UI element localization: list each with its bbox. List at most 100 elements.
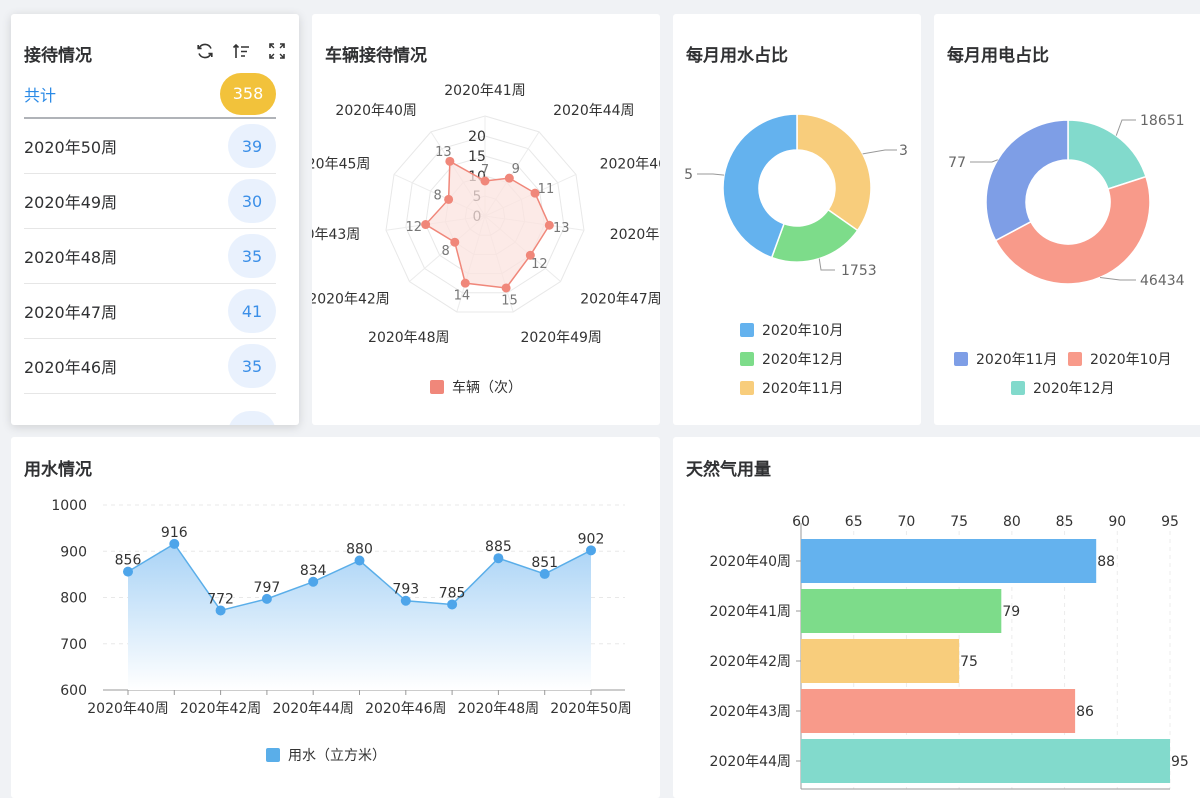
x-tick-label: 80: [1003, 514, 1021, 530]
reception-toolbar: [195, 41, 287, 61]
data-label: 916: [161, 525, 188, 541]
radar-data-label: 9: [512, 162, 520, 177]
list-item-label: 2020年50周: [24, 138, 118, 157]
list-item[interactable]: 2020年48周 35: [24, 229, 276, 284]
data-label: 797: [254, 580, 281, 596]
radar-indicator-label: 2020年46周: [600, 157, 660, 173]
count-badge: 35: [228, 234, 276, 278]
radar-indicator-label: 2020年47周: [580, 292, 660, 308]
legend-label: 2020年11月: [762, 381, 844, 397]
legend-item[interactable]: 2020年11月: [954, 349, 1057, 369]
count-badge: 39: [228, 124, 276, 168]
list-item[interactable]: 2020年46周 35: [24, 339, 276, 394]
radar-point: [501, 283, 511, 293]
radar-data-label: 7: [481, 163, 489, 178]
donut-slice: [1067, 119, 1147, 190]
total-label: 共计: [24, 85, 57, 105]
legend-label: 车辆（次）: [452, 380, 522, 396]
vehicle-card: 2020年41周 2020年44周 2020年46周 2020年50周 2020年47周…: [312, 14, 660, 425]
list-item[interactable]: 2020年47周 41: [24, 284, 276, 339]
data-label: 785: [439, 585, 466, 601]
count-badge: [228, 410, 276, 425]
list-item-label: 2020年49周: [24, 193, 118, 212]
count-badge: 35: [228, 344, 276, 388]
y-tick-label: 900: [60, 544, 87, 560]
radar-indicator-label: 2020年43周: [312, 227, 360, 243]
legend-label: 用水（立方米）: [288, 748, 386, 764]
water-line-card: 600 700 800 900 1000 856 2020年40周 916 772 2020年42…: [11, 437, 660, 798]
legend-item[interactable]: 2020年11月: [740, 378, 843, 398]
y-tick-label: 2020年42周: [710, 654, 791, 670]
bar-value-label: 88: [1097, 554, 1115, 570]
reception-total-row[interactable]: 共计 358: [24, 70, 276, 119]
data-label: 793: [392, 582, 419, 598]
bar: [801, 539, 1097, 583]
x-tick-label: 2020年50周: [550, 701, 631, 717]
legend-label: 2020年12月: [762, 352, 844, 368]
bar-value-label: 79: [1002, 604, 1020, 620]
legend-item[interactable]: 2020年10月: [1068, 349, 1171, 369]
x-tick-label: 2020年48周: [458, 701, 539, 717]
radar-point: [450, 237, 460, 247]
x-tick-label: 65: [845, 514, 863, 530]
reception-list: 共计 358 2020年50周 39 2020年49周 30 2020年48周 …: [24, 70, 276, 425]
count-badge: 41: [228, 289, 276, 333]
donut-outer-label: 46434: [1140, 273, 1185, 289]
data-label: 834: [300, 563, 327, 579]
data-label: 885: [485, 539, 512, 555]
fullscreen-icon[interactable]: [267, 41, 287, 61]
radar-indicator-label: 2020年48周: [368, 330, 449, 346]
bar-value-label: 75: [960, 654, 978, 670]
reception-card: 接待情况 共计 358 2020年50周 39 2020年49周 30 2020…: [11, 14, 299, 425]
bar: [801, 739, 1170, 783]
x-tick-label: 95: [1161, 514, 1179, 530]
y-tick-label: 2020年41周: [710, 604, 791, 620]
list-item-partial[interactable]: [24, 394, 276, 425]
radar-data-label: 12: [531, 257, 548, 272]
elec-pie-title: 每月用电占比: [947, 46, 1049, 66]
x-tick-label: 2020年46周: [365, 701, 446, 717]
list-item[interactable]: 2020年50周 39: [24, 119, 276, 174]
radar-legend[interactable]: 车辆（次）: [430, 377, 522, 397]
donut-slice: [796, 113, 872, 232]
reception-title: 接待情况: [24, 46, 92, 66]
data-label: 880: [346, 542, 373, 558]
total-badge: 358: [220, 72, 276, 115]
radar-axis-tick: 20: [468, 129, 486, 145]
refresh-icon[interactable]: [195, 41, 215, 61]
vehicle-title: 车辆接待情况: [325, 46, 427, 66]
legend-label: 2020年11月: [976, 352, 1058, 368]
x-tick-label: 85: [1056, 514, 1074, 530]
radar-data-label: 11: [538, 182, 555, 197]
list-item[interactable]: 2020年49周 30: [24, 174, 276, 229]
legend-label: 2020年12月: [1033, 381, 1115, 397]
radar-indicator-label: 2020年40周: [335, 103, 416, 119]
x-tick-label: 70: [898, 514, 916, 530]
line-legend[interactable]: 用水（立方米）: [266, 745, 386, 765]
legend-label: 2020年10月: [1090, 352, 1172, 368]
data-label: 851: [531, 555, 558, 571]
bar-value-label: 95: [1171, 754, 1189, 770]
donut-outer-label: 18651: [1140, 113, 1185, 129]
legend-swatch: [430, 380, 444, 394]
water-pie-card: 3 1753 5 每月用水占比 2020年10月 2020年12月 2020年11月: [673, 14, 921, 425]
list-item-label: 2020年46周: [24, 358, 118, 377]
donut-label-line: [970, 159, 998, 163]
radar-data-label: 8: [434, 188, 442, 203]
x-tick-label: 2020年44周: [272, 701, 353, 717]
bar-value-label: 86: [1076, 704, 1094, 720]
y-tick-label: 2020年43周: [710, 704, 791, 720]
radar-indicator-label: 2020年41周: [444, 83, 525, 99]
radar-indicator-label: 2020年44周: [553, 103, 634, 119]
gas-card: 60 65 70 75 80 85 90 95 2020年40周 88 2020年41周 79 2020…: [673, 437, 1200, 798]
donut-label-line: [697, 173, 725, 176]
donut-outer-label: 77: [948, 155, 966, 171]
legend-item[interactable]: 2020年10月: [740, 320, 843, 340]
count-badge: 30: [228, 179, 276, 223]
legend-item[interactable]: 2020年12月: [740, 349, 843, 369]
legend-item[interactable]: 2020年12月: [1011, 378, 1114, 398]
donut-label-line: [818, 258, 835, 271]
water-line-title: 用水情况: [24, 460, 92, 480]
radar-indicator-label: 2020年45周: [312, 157, 370, 173]
sort-icon[interactable]: [231, 41, 251, 61]
